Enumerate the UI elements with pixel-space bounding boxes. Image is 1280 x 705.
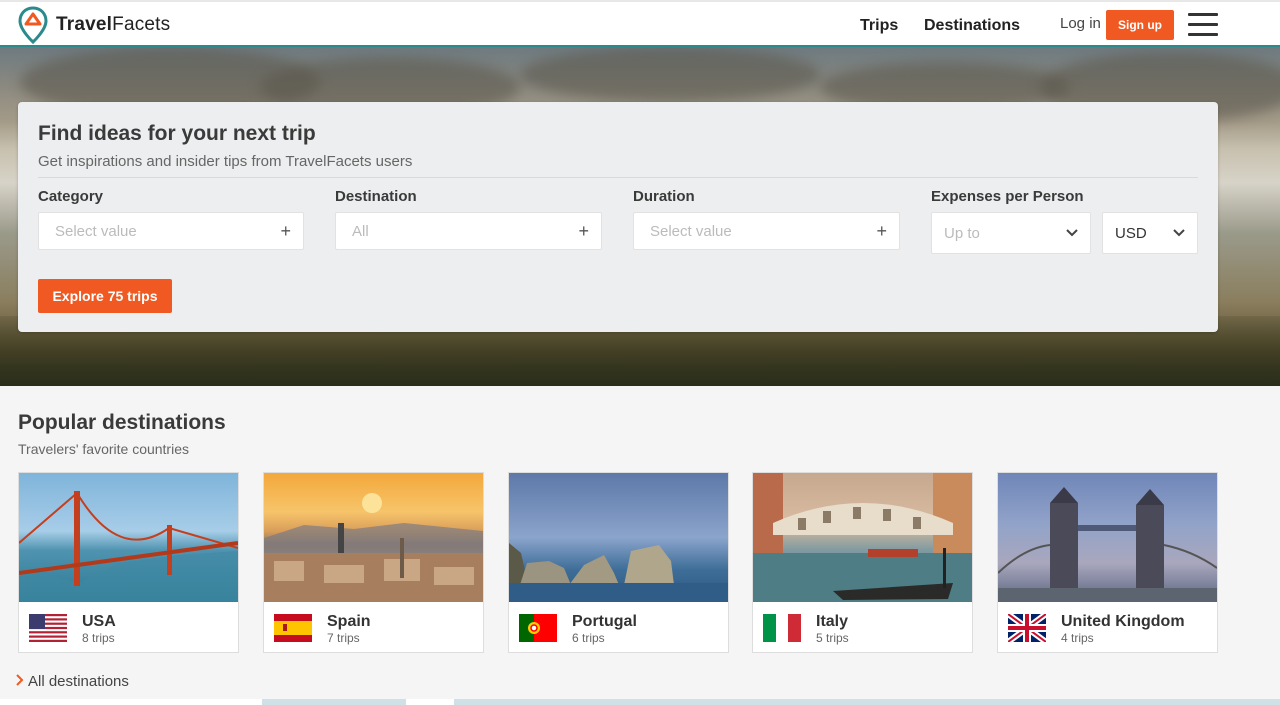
destination-image [19, 473, 238, 602]
destination-name: Italy [816, 613, 849, 630]
destination-card-usa[interactable]: USA 8 trips [18, 472, 239, 653]
trip-count: 5 trips [816, 631, 849, 645]
destination-card-spain[interactable]: Spain 7 trips [263, 472, 484, 653]
destination-card-portugal[interactable]: Portugal 6 trips [508, 472, 729, 653]
explore-trips-button[interactable]: Explore 75 trips [38, 279, 172, 313]
signup-button[interactable]: Sign up [1106, 10, 1174, 40]
destination-card-italy[interactable]: Italy 5 trips [752, 472, 973, 653]
chevron-down-icon [1066, 226, 1078, 240]
search-title: Find ideas for your next trip [38, 122, 316, 145]
italy-flag-icon [763, 614, 801, 642]
plus-icon: + [876, 220, 887, 241]
spain-flag-icon [274, 614, 312, 642]
destination-name: USA [82, 613, 116, 630]
usa-flag-icon [29, 614, 67, 642]
trip-count: 8 trips [82, 631, 115, 645]
chevron-right-icon [16, 673, 24, 690]
logo-text: TravelFacets [56, 14, 171, 35]
divider [38, 177, 1198, 178]
currency-select[interactable]: USD [1102, 212, 1198, 254]
popular-subtitle: Travelers' favorite countries [18, 441, 189, 457]
uk-flag-icon [1008, 614, 1046, 642]
plus-icon: + [280, 220, 291, 241]
destination-name: Portugal [572, 613, 637, 630]
destination-info: Italy 5 trips [753, 604, 972, 653]
chevron-down-icon [1173, 226, 1185, 240]
destination-info: USA 8 trips [19, 604, 238, 653]
search-subtitle: Get inspirations and insider tips from T… [38, 153, 413, 170]
portugal-flag-icon [519, 614, 557, 642]
trip-count: 7 trips [327, 631, 360, 645]
nav-destinations-link[interactable]: Destinations [924, 17, 1020, 35]
duration-label: Duration [633, 188, 695, 205]
trip-count: 6 trips [572, 631, 605, 645]
destination-select[interactable]: All + [335, 212, 602, 250]
destination-name: United Kingdom [1061, 613, 1185, 630]
destination-info: United Kingdom 4 trips [998, 604, 1217, 653]
site-header: TravelFacets Trips Destinations Log in S… [0, 0, 1280, 47]
category-label: Category [38, 188, 104, 205]
destination-card-united-kingdom[interactable]: United Kingdom 4 trips [997, 472, 1218, 653]
plus-icon: + [578, 220, 589, 241]
location-pin-logo-icon [18, 6, 48, 44]
login-link[interactable]: Log in [1060, 15, 1101, 32]
nav-trips-link[interactable]: Trips [860, 17, 898, 35]
destination-info: Portugal 6 trips [509, 604, 728, 653]
destination-info: Spain 7 trips [264, 604, 483, 653]
destination-image [264, 473, 483, 602]
destination-image [998, 473, 1217, 602]
duration-select[interactable]: Select value + [633, 212, 900, 250]
expenses-select[interactable]: Up to [931, 212, 1091, 254]
trip-count: 4 trips [1061, 631, 1094, 645]
expenses-label: Expenses per Person [931, 188, 1084, 205]
category-select[interactable]: Select value + [38, 212, 304, 250]
destination-image [509, 473, 728, 602]
destination-image [753, 473, 972, 602]
all-destinations-link[interactable]: All destinations [16, 673, 129, 690]
destination-label: Destination [335, 188, 417, 205]
trip-search-panel: Find ideas for your next trip Get inspir… [18, 102, 1218, 332]
popular-title: Popular destinations [18, 411, 226, 434]
destination-name: Spain [327, 613, 371, 630]
logo[interactable]: TravelFacets [18, 6, 170, 44]
hamburger-menu-icon[interactable] [1188, 13, 1218, 37]
bottom-strip [0, 699, 1280, 705]
